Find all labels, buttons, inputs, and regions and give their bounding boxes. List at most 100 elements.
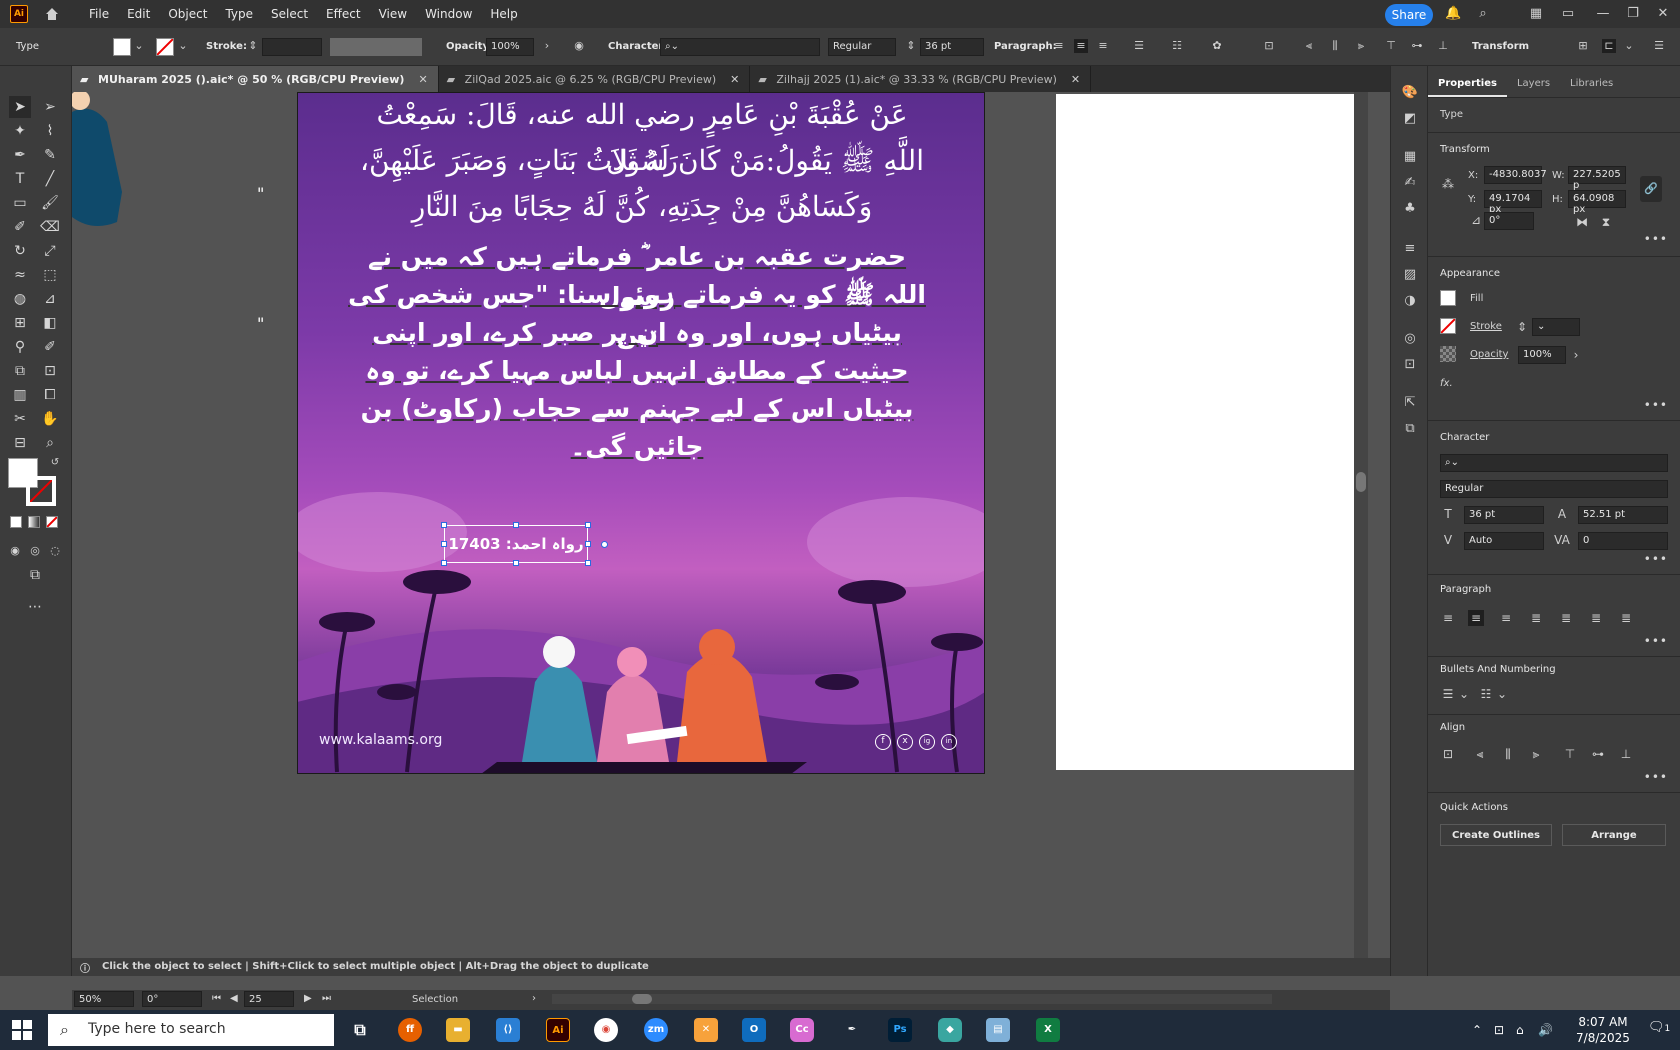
arabic-hadith-line[interactable]: اللَّهِ ﷺ يَقُولُ:مَنْ كَانَ لَهُ ثَلاثُ… <box>337 138 947 184</box>
align-center-icon[interactable]: ≡ <box>1074 39 1088 53</box>
menu-edit[interactable]: Edit <box>118 7 159 21</box>
selection-handle[interactable] <box>441 560 447 566</box>
width-field[interactable]: 227.5205 p <box>1568 166 1626 191</box>
flip-vertical-icon[interactable]: ⧗ <box>1598 214 1614 230</box>
blend-tool-icon[interactable]: ⧉ <box>9 360 31 382</box>
align-to-icon[interactable]: ⊡ <box>1440 746 1456 762</box>
direct-selection-tool-icon[interactable]: ➢ <box>39 96 61 118</box>
curvature-tool-icon[interactable]: ✎ <box>39 144 61 166</box>
perspective-grid-tool-icon[interactable]: ⊿ <box>39 288 61 310</box>
photoshop-icon[interactable]: Ps <box>888 1018 912 1042</box>
chevron-down-icon[interactable]: ⌄ <box>1494 686 1510 702</box>
tracking-field[interactable]: 0 <box>1578 532 1668 550</box>
zoom-field[interactable]: 50% <box>74 991 134 1007</box>
swatches-icon[interactable]: ▦ <box>1401 148 1419 166</box>
urdu-translation-line[interactable]: حیثیت کے مطابق انہیں لباس مہیا کرے، تو و… <box>327 351 947 391</box>
fx-button[interactable]: fx. <box>1440 378 1453 389</box>
vertical-scrollbar[interactable] <box>1354 92 1368 976</box>
artboard-main[interactable]: عَنْ عُقْبَةَ بْنِ عَامِرٍ رضي الله عنه،… <box>297 92 985 774</box>
free-transform-tool-icon[interactable]: ⬚ <box>39 264 61 286</box>
font-style-field[interactable]: Regular <box>1440 480 1668 498</box>
horizontal-scroll-thumb[interactable] <box>632 994 652 1004</box>
x-field[interactable]: -4830.8037 <box>1484 166 1547 184</box>
tab-muharam[interactable]: ▰ MUharam 2025 ().aic* @ 50 % (RGB/CPU P… <box>72 66 439 92</box>
artboard-number-field[interactable]: 25 <box>244 991 294 1007</box>
scale-tool-icon[interactable]: ⤢ <box>39 240 61 262</box>
paintbrush-tool-icon[interactable]: 🖌 <box>39 192 61 214</box>
align-bottom-objects-icon[interactable]: ⊥ <box>1436 39 1450 53</box>
justify-left-icon[interactable]: ≣ <box>1528 610 1544 626</box>
more-options-icon[interactable]: ••• <box>1644 232 1668 246</box>
system-clock[interactable]: 8:07 AM 7/8/2025 <box>1568 1014 1638 1046</box>
bell-icon[interactable]: 🔔 <box>1445 6 1461 22</box>
swap-colors-icon[interactable]: ↺ <box>44 452 66 474</box>
stroke-weight-field[interactable] <box>262 38 322 56</box>
opacity-label[interactable]: Opacity <box>1470 349 1508 360</box>
text-thread-port[interactable] <box>601 541 608 548</box>
create-outlines-button[interactable]: Create Outlines <box>1440 824 1552 846</box>
screen-mode-icon[interactable]: ⧉ <box>24 564 46 586</box>
selection-handle[interactable] <box>585 541 591 547</box>
measure-tool-icon[interactable]: ✐ <box>39 336 61 358</box>
align-bottom-objects-icon[interactable]: ⊥ <box>1618 746 1634 762</box>
shape-builder-tool-icon[interactable]: ◍ <box>9 288 31 310</box>
gradient-tool-icon[interactable]: ◧ <box>39 312 61 334</box>
more-options-icon[interactable]: ••• <box>1644 552 1668 566</box>
font-size-field[interactable]: 36 pt <box>920 38 984 56</box>
align-left-objects-icon[interactable]: ⫷ <box>1472 746 1488 762</box>
more-options-icon[interactable]: ••• <box>1644 398 1668 412</box>
more-options-icon[interactable]: ••• <box>1644 770 1668 784</box>
windows-start-icon[interactable] <box>12 1020 32 1040</box>
align-vcenter-objects-icon[interactable]: ⊶ <box>1410 39 1424 53</box>
slice-tool-icon[interactable]: ✂ <box>9 408 31 430</box>
file-explorer-icon[interactable]: ▬ <box>446 1018 470 1042</box>
volume-icon[interactable]: 🔊 <box>1538 1023 1553 1037</box>
minimize-icon[interactable]: — <box>1595 6 1611 22</box>
firefox-icon[interactable]: ff <box>398 1018 422 1042</box>
vscode-icon[interactable]: ⟨⟩ <box>496 1018 520 1042</box>
transform-link[interactable]: Transform <box>1472 41 1529 52</box>
bullets-icon[interactable]: ☰ <box>1440 686 1456 702</box>
website-url[interactable]: www.kalaams.org <box>319 732 442 748</box>
variable-width-profile[interactable] <box>330 38 422 56</box>
selection-handle[interactable] <box>585 560 591 566</box>
align-right-objects-icon[interactable]: ⫸ <box>1528 746 1544 762</box>
chevron-down-icon[interactable]: ⌄ <box>132 39 146 53</box>
text-wrap-icon[interactable]: ⊏ <box>1602 39 1616 53</box>
fill-swatch[interactable] <box>113 38 131 56</box>
bullets-icon[interactable]: ☰ <box>1132 39 1146 53</box>
status-menu-icon[interactable]: › <box>532 993 536 1004</box>
pen-app-icon[interactable]: ✒ <box>840 1018 864 1042</box>
pen-tool-icon[interactable]: ✒ <box>9 144 31 166</box>
align-hcenter-objects-icon[interactable]: ⫼ <box>1328 39 1342 53</box>
eyedropper-tool-icon[interactable]: ⚲ <box>9 336 31 358</box>
outlook-icon[interactable]: O <box>742 1018 766 1042</box>
artboards-panel-icon[interactable]: ⧉ <box>1401 420 1419 438</box>
recolor-icon[interactable]: ◉ <box>572 39 586 53</box>
notifications-icon[interactable]: 🗨1 <box>1648 1020 1670 1035</box>
color-icon[interactable]: 🎨 <box>1401 84 1419 102</box>
workspace-icon[interactable]: ▦ <box>1528 6 1544 22</box>
previous-artboard-icon[interactable]: ◀ <box>230 993 238 1004</box>
tab-layers[interactable]: Layers <box>1507 74 1560 97</box>
line-tool-icon[interactable]: ╱ <box>39 168 61 190</box>
rotation-field[interactable]: 0° <box>1484 212 1534 230</box>
justify-all-icon[interactable]: ≣ <box>1618 610 1634 626</box>
align-left-icon[interactable]: ≡ <box>1052 39 1066 53</box>
urdu-translation-line[interactable]: بیٹیاں اس کے لیے جہنم سے حجاب (رکاوٹ) بن <box>327 389 947 429</box>
export-icon[interactable]: ⇱ <box>1401 394 1419 412</box>
menu-type[interactable]: Type <box>216 7 262 21</box>
menu-select[interactable]: Select <box>262 7 317 21</box>
brushes-icon[interactable]: ✍ <box>1401 174 1419 192</box>
arrange-documents-icon[interactable]: ▭ <box>1560 6 1576 22</box>
align-left-objects-icon[interactable]: ⫷ <box>1302 39 1316 53</box>
y-field[interactable]: 49.1704 px <box>1484 190 1542 215</box>
flip-horizontal-icon[interactable]: ⧓ <box>1574 214 1590 230</box>
align-hcenter-objects-icon[interactable]: ⫼ <box>1500 746 1516 762</box>
first-artboard-icon[interactable]: ⏮ <box>212 993 221 1004</box>
eraser-tool-icon[interactable]: ⌫ <box>39 216 61 238</box>
close-tab-icon[interactable]: ✕ <box>730 73 739 86</box>
chevron-right-icon[interactable]: › <box>1568 347 1584 363</box>
stroke-swatch[interactable] <box>156 38 174 56</box>
stroke-stepper-icon[interactable]: ⇕ <box>1514 319 1530 335</box>
